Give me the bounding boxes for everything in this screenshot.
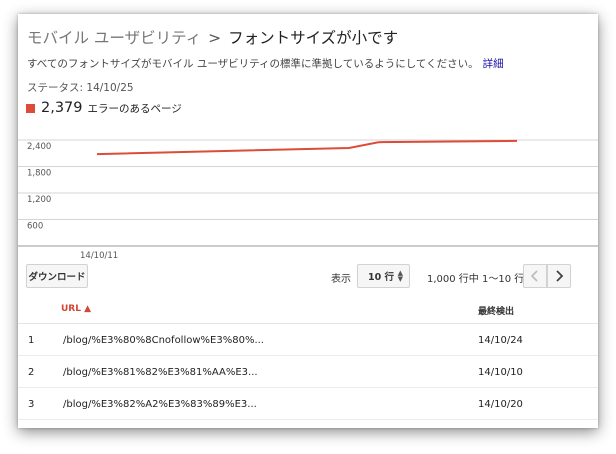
row-date: 14/10/24 [478,335,523,346]
pager-range: 1,000 行中 1〜10 行 [427,274,525,285]
description-text: すべてのフォントサイズがモバイル ユーザビリティの標準に準拠しているようにしてく… [27,58,479,70]
legend-label: エラーのあるページ [87,102,182,115]
chevron-right-icon [556,270,564,282]
sort-ascending-icon: ▲ [84,304,92,314]
description: すべてのフォントサイズがモバイル ユーザビリティの標準に準拠しているようにしてく… [27,56,504,71]
previous-page-button[interactable] [523,264,547,288]
status-label: ステータス: [27,82,84,94]
row-index: 3 [28,399,35,410]
next-page-button[interactable] [547,264,571,288]
error-pages-chart: 2,400 1,800 1,200 600 14/10/11 [18,122,598,262]
url-table: URL ▲ 最終検出 1 /blog/%E3%80%8Cnofollow%E3%… [18,293,598,420]
last-detected-column-header[interactable]: 最終検出 [478,304,514,317]
breadcrumb-parent-link[interactable]: モバイル ユーザビリティ [27,29,201,47]
row-date: 14/10/10 [478,367,523,378]
chart-svg: 2,400 1,800 1,200 600 14/10/11 [18,139,598,261]
report-card: モバイル ユーザビリティ > フォントサイズが小です すべてのフォントサイズがモ… [18,14,598,428]
rows-per-page-value: 10 行 [368,272,395,283]
row-date: 14/10/20 [478,399,523,410]
series-line-error-pages [96,139,518,156]
chevron-left-icon [530,270,538,282]
url-header-label: URL [61,304,81,314]
row-url[interactable]: /blog/%E3%81%82%E3%81%AA%E3... [63,367,258,378]
select-arrows-icon: ▲ ▼ [397,269,403,283]
details-link[interactable]: 詳細 [483,58,504,70]
y-tick-label: 1,200 [27,195,51,205]
legend-swatch [26,103,35,113]
row-index: 2 [28,367,35,378]
chart-legend: 2,379 エラーのあるページ [26,100,182,116]
rows-per-page-select[interactable]: 10 行 ▲ ▼ [357,264,410,288]
breadcrumb: モバイル ユーザビリティ > フォントサイズが小です [27,26,398,48]
url-column-header[interactable]: URL ▲ [61,304,91,314]
row-url[interactable]: /blog/%E3%82%A2%E3%83%89%E3... [63,399,257,410]
x-tick-label: 14/10/11 [80,251,118,261]
table-row[interactable]: 1 /blog/%E3%80%8Cnofollow%E3%80%... 14/1… [18,324,598,356]
table-row[interactable]: 3 /blog/%E3%82%A2%E3%83%89%E3... 14/10/2… [18,388,598,420]
download-button-label: ダウンロード [28,272,86,283]
row-index: 1 [28,335,35,346]
row-url[interactable]: /blog/%E3%80%8Cnofollow%E3%80%... [63,335,264,346]
y-tick-label: 1,800 [27,169,51,179]
table-header: URL ▲ 最終検出 [18,293,598,324]
status-line: ステータス: 14/10/25 [27,80,134,95]
y-tick-label: 600 [27,222,43,232]
page-title: フォントサイズが小です [228,29,399,47]
y-tick-label: 2,400 [27,142,51,152]
status-date: 14/10/25 [86,82,134,94]
show-label: 表示 [331,274,351,285]
legend-count: 2,379 [41,100,83,116]
download-button[interactable]: ダウンロード [26,264,88,288]
table-row[interactable]: 2 /blog/%E3%81%82%E3%81%AA%E3... 14/10/1… [18,356,598,388]
breadcrumb-separator: > [208,29,222,47]
